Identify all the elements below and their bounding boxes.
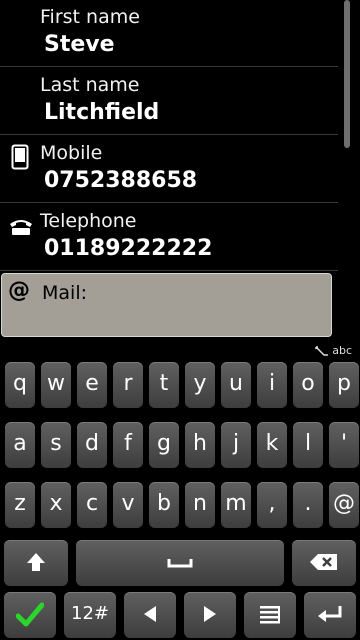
left-arrow-icon: [144, 606, 156, 622]
key-row1-5[interactable]: y: [185, 362, 215, 408]
key-row1-9[interactable]: p: [329, 362, 359, 408]
last-name-field[interactable]: Last name Litchfield: [0, 68, 338, 135]
key-row1-8[interactable]: o: [293, 362, 323, 408]
menu-icon: [260, 606, 280, 624]
space-key[interactable]: [76, 540, 284, 586]
first-name-label: First name: [40, 6, 140, 28]
contact-form: First name Steve Last name Litchfield Mo…: [0, 0, 360, 340]
backspace-icon: [310, 554, 337, 570]
key-row2-0[interactable]: a: [5, 422, 35, 468]
key-row2-7[interactable]: k: [257, 422, 287, 468]
key-row1-0[interactable]: q: [5, 362, 35, 408]
key-row3-8[interactable]: .: [293, 482, 323, 528]
input-mode-label: abc: [332, 344, 352, 357]
key-row3-7[interactable]: ,: [257, 482, 287, 528]
enter-icon: [318, 606, 342, 622]
mail-label: Mail:: [42, 282, 87, 304]
key-row2-2[interactable]: d: [77, 422, 107, 468]
key-row1-2[interactable]: e: [77, 362, 107, 408]
key-row3-0[interactable]: z: [5, 482, 35, 528]
input-mode-indicator: abc: [314, 344, 352, 357]
key-row2-1[interactable]: s: [41, 422, 71, 468]
key-row3-4[interactable]: b: [149, 482, 179, 528]
menu-key[interactable]: [244, 592, 296, 638]
check-icon: [16, 602, 44, 627]
symbols-key[interactable]: 12#: [64, 592, 116, 638]
shift-key[interactable]: [4, 540, 68, 586]
key-row2-9[interactable]: ': [329, 422, 359, 468]
last-name-value[interactable]: Litchfield: [44, 100, 159, 125]
key-row2-6[interactable]: j: [221, 422, 251, 468]
key-row3-2[interactable]: c: [77, 482, 107, 528]
virtual-keyboard: 12# q w e r t y u i o p a s d f g h j k l ' z x c v b n m,. @: [0, 358, 360, 640]
mobile-label: Mobile: [40, 142, 103, 164]
key-row2-5[interactable]: h: [185, 422, 215, 468]
key-row1-4[interactable]: t: [149, 362, 179, 408]
shift-arrow-icon: [27, 553, 45, 571]
key-row3-5[interactable]: n: [185, 482, 215, 528]
key-row2-4[interactable]: g: [149, 422, 179, 468]
telephone-icon: [8, 216, 34, 240]
telephone-label: Telephone: [40, 210, 137, 232]
mobile-value[interactable]: 0752388658: [44, 168, 197, 193]
last-name-label: Last name: [40, 74, 140, 96]
key-row2-3[interactable]: f: [113, 422, 143, 468]
mail-field[interactable]: @ Mail:: [1, 273, 332, 337]
at-icon: @: [8, 278, 30, 303]
telephone-field[interactable]: Telephone 01189222222: [0, 204, 338, 271]
enter-key[interactable]: [304, 592, 356, 638]
key-row3-9[interactable]: @: [329, 482, 359, 528]
scrollbar[interactable]: [344, 0, 350, 148]
backspace-key[interactable]: [292, 540, 356, 586]
key-row1-1[interactable]: w: [41, 362, 71, 408]
telephone-value[interactable]: 01189222222: [44, 236, 212, 261]
right-arrow-icon: [204, 606, 216, 622]
first-name-field[interactable]: First name Steve: [0, 0, 338, 67]
cursor-left-key[interactable]: [124, 592, 176, 638]
done-key[interactable]: [4, 592, 56, 638]
key-row1-3[interactable]: r: [113, 362, 143, 408]
key-row3-1[interactable]: x: [41, 482, 71, 528]
space-bar-icon: [167, 559, 193, 568]
key-row1-6[interactable]: u: [221, 362, 251, 408]
mobile-field[interactable]: Mobile 0752388658: [0, 136, 338, 203]
key-row3-3[interactable]: v: [113, 482, 143, 528]
mobile-phone-icon: [11, 144, 29, 174]
key-row2-8[interactable]: l: [293, 422, 323, 468]
mail-input[interactable]: [42, 308, 326, 334]
key-row1-7[interactable]: i: [257, 362, 287, 408]
key-row3-6[interactable]: m: [221, 482, 251, 528]
first-name-value[interactable]: Steve: [44, 32, 115, 57]
pen-mode-icon: [314, 346, 328, 356]
cursor-right-key[interactable]: [184, 592, 236, 638]
